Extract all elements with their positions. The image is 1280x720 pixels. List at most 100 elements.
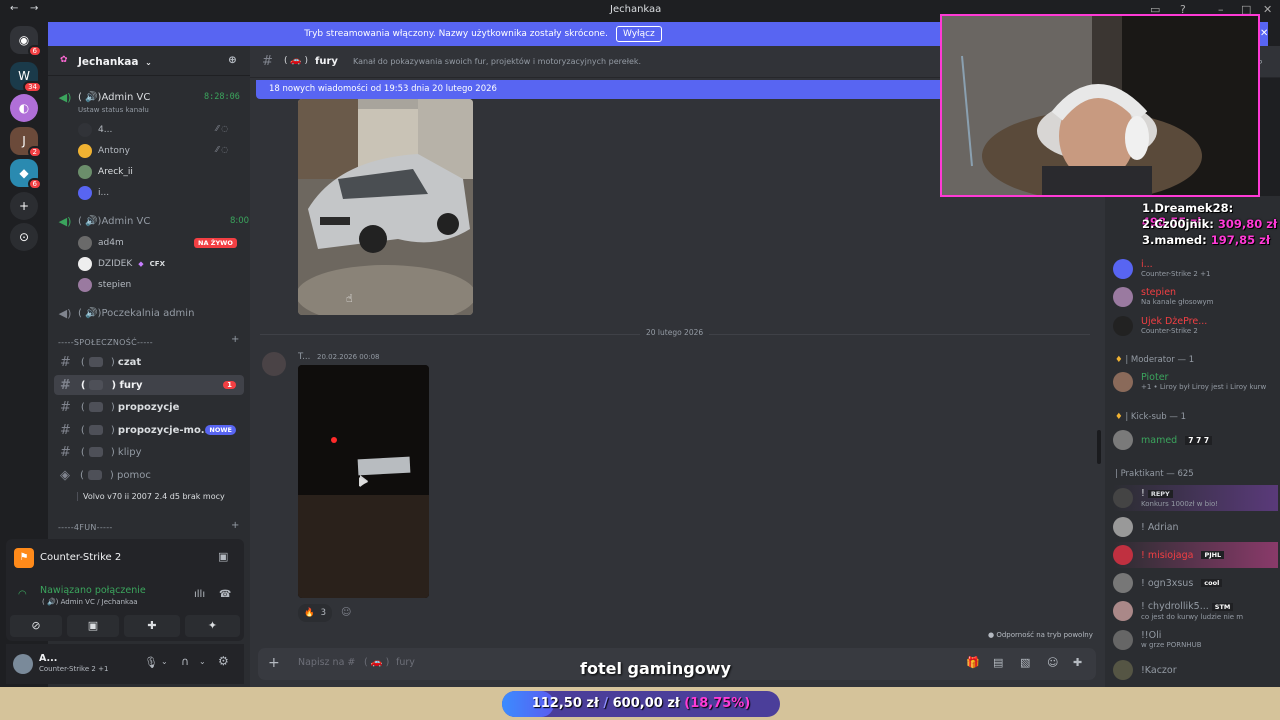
member-item[interactable]: ! Adrian xyxy=(1113,514,1278,540)
input-placeholder-channel: fury xyxy=(396,657,415,668)
channel-propozycje-mo[interactable]: #() propozycje-mo... NOWE xyxy=(54,420,244,440)
member-item[interactable]: ! ogn3xsus cool xyxy=(1113,570,1278,596)
voice-channel-poczekalnia[interactable]: ◀) ( 🔊) Poczekalnia admin xyxy=(58,303,260,323)
chevron-down-icon[interactable]: ⌄ xyxy=(199,657,206,666)
emoji-icon[interactable]: ☺ xyxy=(1047,656,1058,669)
vc-user-name: Areck_ii xyxy=(98,167,133,177)
forum-thread[interactable]: Volvo v70 ii 2007 2.4 d5 brak mocy xyxy=(77,492,225,501)
vc-user[interactable]: i... xyxy=(78,184,109,202)
member-item[interactable]: Pioter +1 • Liroy był Liroy jest i Liroy … xyxy=(1113,369,1278,395)
new-messages-bar[interactable]: 18 nowych wiadomości od 19:53 dnia 20 lu… xyxy=(256,80,946,99)
vc-user[interactable]: stepien xyxy=(78,276,131,294)
server-icon-jechankaa[interactable]: J2 xyxy=(10,127,42,158)
member-item[interactable]: stepien Na kanale głosowym xyxy=(1113,284,1278,310)
vc-user-name: Antony xyxy=(98,146,130,156)
forward-arrow-icon[interactable]: → xyxy=(30,3,38,14)
member-name: i... xyxy=(1141,259,1153,270)
back-arrow-icon[interactable]: ← xyxy=(10,3,18,14)
chevron-down-icon: ⌄ xyxy=(145,58,152,67)
message-author[interactable]: T... xyxy=(298,352,310,362)
member-name: ! ogn3xsus xyxy=(1141,577,1194,589)
channel-pomoc[interactable]: ◈() pomoc xyxy=(54,465,244,485)
activities-button[interactable]: ✚ xyxy=(124,615,180,637)
channel-label: Admin VC xyxy=(101,215,151,227)
car-photo-attachment[interactable] xyxy=(298,99,473,315)
category-spolecznosc[interactable]: -----SPOŁECZNOŚĆ----- xyxy=(58,338,153,347)
add-reaction-icon[interactable]: ☺ xyxy=(341,607,351,618)
vc-user[interactable]: 4... xyxy=(78,121,112,139)
avatar[interactable] xyxy=(262,352,286,376)
server-badge: 2 xyxy=(27,146,42,158)
channel-fury[interactable]: #() fury 1 xyxy=(54,375,244,395)
voice-channel-admin-vc-2[interactable]: ◀) ( 🔊) Admin VC 8:00 xyxy=(58,211,260,231)
add-channel-icon[interactable]: + xyxy=(231,520,239,531)
channel-status[interactable]: Ustaw status kanału xyxy=(78,106,149,114)
headphones-icon[interactable]: ∩ xyxy=(181,655,189,668)
channel-czat[interactable]: #() czat xyxy=(54,352,244,372)
gift-icon[interactable]: 🎁 xyxy=(966,656,980,669)
play-icon[interactable]: ▶ xyxy=(359,474,368,488)
direct-messages-icon[interactable]: ◉ 6 xyxy=(10,26,42,57)
gif-icon[interactable]: ▤ xyxy=(993,656,1003,669)
member-item[interactable]: ! chydrollik5... STM co jest do kurwy lud… xyxy=(1113,598,1278,624)
sticker-icon[interactable]: ▧ xyxy=(1020,656,1030,669)
avatar xyxy=(1113,287,1133,307)
channel-label: propozycje xyxy=(117,401,180,413)
channel-label: Admin VC xyxy=(101,91,151,103)
hash-icon: # xyxy=(262,54,273,69)
server-icon-1[interactable]: W 34 xyxy=(10,62,42,93)
server-icon-2[interactable]: ◐ xyxy=(10,94,38,122)
channel-label: fury xyxy=(119,379,143,391)
noise-suppression-icon[interactable]: ıllı xyxy=(194,589,205,600)
microphone-icon[interactable]: 🎙 xyxy=(144,656,158,669)
close-banner-icon[interactable]: ✕ xyxy=(1260,28,1268,39)
channel-topic[interactable]: Kanał do pokazywania swoich fur, projekt… xyxy=(353,57,641,66)
connection-location[interactable]: ( 🔊) Admin VC / Jechankaa xyxy=(42,598,138,606)
chevron-down-icon[interactable]: ⌄ xyxy=(161,657,168,666)
channel-propozycje[interactable]: #() propozycje xyxy=(54,397,244,417)
close-window-icon[interactable]: ✕ xyxy=(1263,3,1272,16)
upload-plus-icon[interactable]: + xyxy=(268,655,280,671)
vc-user[interactable]: Areck_ii xyxy=(78,163,133,181)
vc-user[interactable]: ad4m xyxy=(78,234,124,252)
member-item[interactable]: i... Counter-Strike 2 +1 xyxy=(1113,256,1278,282)
apps-icon[interactable]: ✚ xyxy=(1073,656,1082,669)
member-name: Pioter xyxy=(1141,372,1169,383)
avatar[interactable] xyxy=(13,654,33,674)
connection-signal-icon[interactable]: ◠ xyxy=(18,589,27,600)
member-item[interactable]: !!Oli w grze PORNHUB xyxy=(1113,627,1278,653)
member-item[interactable]: Ujek DżePre... Counter-Strike 2 xyxy=(1113,313,1278,339)
server-icon-4[interactable]: ◆ 6 xyxy=(10,159,42,190)
donor-name: Dreamek28: xyxy=(1154,201,1234,215)
member-item[interactable]: !Kaczor xyxy=(1113,657,1278,683)
member-item[interactable]: ! REPY Konkurs 1000zł w bio! xyxy=(1113,485,1278,511)
avatar xyxy=(1113,573,1133,593)
member-item[interactable]: mamed 7 7 7 xyxy=(1113,427,1278,453)
add-channel-icon[interactable]: + xyxy=(231,334,239,345)
search-emoji-icon xyxy=(88,425,103,435)
screen-share-button[interactable]: ▣ xyxy=(67,615,119,637)
vc-user[interactable]: Antony xyxy=(78,142,130,160)
disconnect-icon[interactable]: ☎ xyxy=(219,589,231,600)
soundboard-button[interactable]: ✦ xyxy=(185,615,240,637)
vc-user[interactable]: DZIDEK ◆ CFX xyxy=(78,255,165,273)
member-item[interactable]: ! misiojaga PJHL xyxy=(1113,542,1278,568)
camera-off-button[interactable]: ⊘ xyxy=(10,615,62,637)
member-status: Konkurs 1000zł w bio! xyxy=(1141,499,1219,508)
server-header[interactable]: ✿ Jechankaa ⌄ ⊕ xyxy=(48,46,250,76)
shield-icon: ● xyxy=(988,631,995,639)
goal-percent: (18,75%) xyxy=(684,696,751,711)
category-4fun[interactable]: -----4FUN----- xyxy=(58,523,113,532)
reaction-pill[interactable]: 🔥 3 xyxy=(298,604,333,622)
add-server-icon[interactable]: + xyxy=(10,192,38,220)
add-member-icon[interactable]: ⊕ xyxy=(228,54,237,66)
settings-gear-icon[interactable]: ⚙ xyxy=(218,654,229,668)
explore-icon[interactable]: ⊙ xyxy=(10,223,38,251)
disable-streamer-mode-button[interactable]: Wyłącz xyxy=(615,26,662,42)
channel-klipy[interactable]: #() klipy xyxy=(54,442,244,462)
member-status: w grze PORNHUB xyxy=(1141,641,1202,649)
scrollbar-thumb[interactable] xyxy=(1097,430,1101,464)
handshake-icon: ♦ xyxy=(1115,355,1123,365)
activity-settings-icon[interactable]: ▣ xyxy=(218,550,228,563)
voice-channel-admin-vc-1[interactable]: ◀) ( 🔊) Admin VC 8:28:06 xyxy=(58,87,260,107)
